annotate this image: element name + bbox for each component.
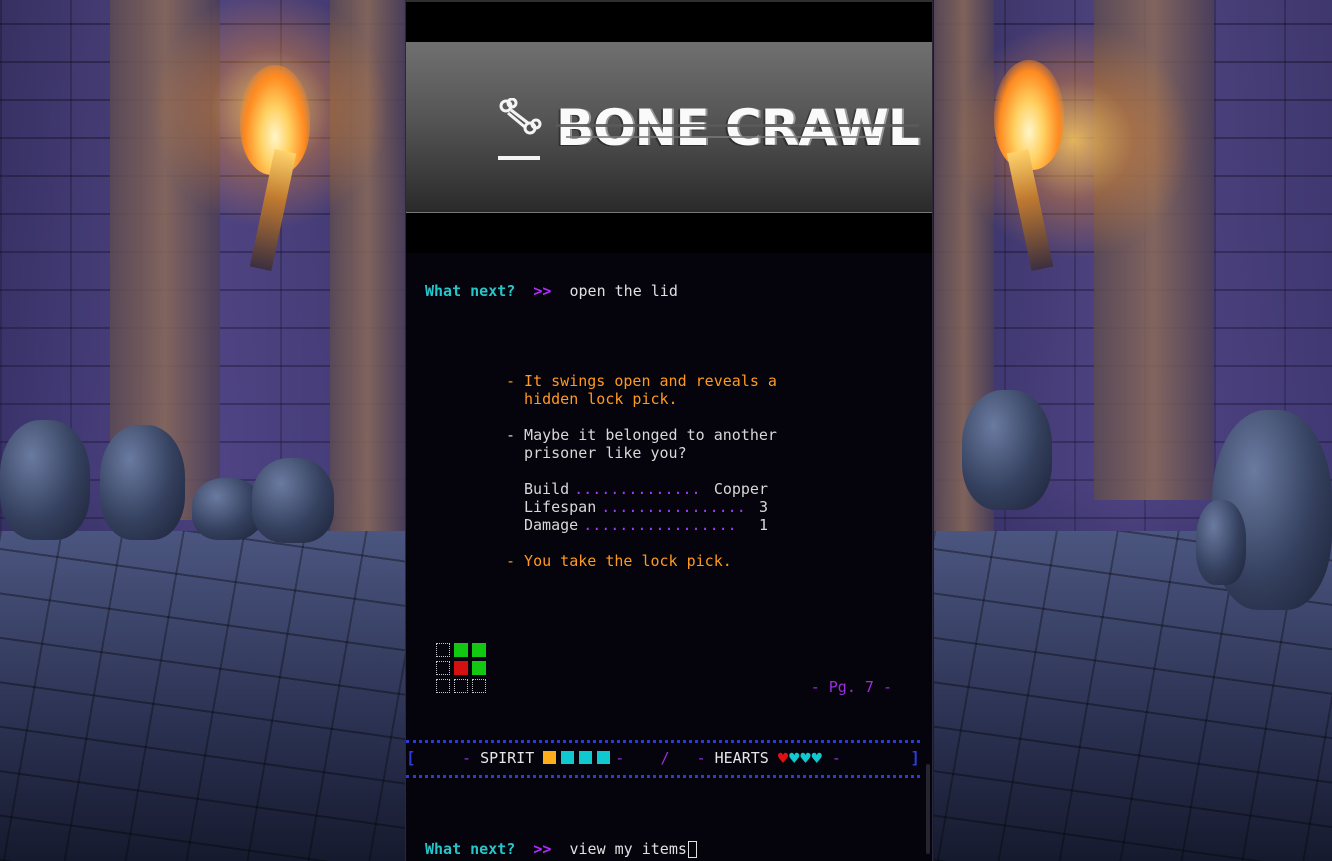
previous-prompt-line: What next? >> open the lid (425, 282, 678, 300)
minimap-room-green (472, 661, 486, 675)
torch-glow (954, 20, 1194, 260)
prompt-arrows: >> (533, 840, 552, 858)
stat-value: 1 (758, 516, 768, 534)
glitch-line (556, 124, 919, 127)
hearts-meter: ♥♥♥♥ (777, 749, 823, 769)
stat-value: Copper (713, 480, 768, 498)
clay-pot (100, 425, 185, 540)
prompt-label: What next? (425, 282, 516, 300)
command-prompt-line[interactable]: What next? >> view my items (425, 840, 697, 858)
stat-label: Lifespan (524, 498, 597, 516)
stat-label: Damage (524, 516, 579, 534)
narration-line: - It swings open and reveals a (506, 372, 777, 390)
previous-command: open the lid (569, 282, 678, 300)
stat-leader-dots: ................ (601, 498, 746, 516)
bone-icon (496, 98, 546, 164)
status-left-bracket: [ (406, 748, 416, 767)
prompt-arrows: >> (533, 282, 552, 300)
stat-leader-dots: ................. (583, 516, 737, 534)
minimap-room-empty (454, 679, 468, 693)
heart-icon: ♥ (777, 749, 789, 769)
item-stat-damage: Damage................. 1 (524, 516, 768, 534)
hearts-label: HEARTS (714, 749, 769, 767)
status-dash: - (831, 749, 841, 767)
clay-pot (0, 420, 90, 540)
scrollbar[interactable] (926, 764, 930, 854)
minimap-room-green (454, 643, 468, 657)
dungeon-background-right (934, 0, 1332, 861)
status-content: - SPIRIT - / - HEARTS ♥♥♥♥ - (462, 749, 920, 768)
cobblestone-floor (0, 531, 405, 861)
minimap-room-empty (472, 679, 486, 693)
minimap-room-red (454, 661, 468, 675)
heart-icon: ♥ (800, 749, 811, 769)
game-logo: BONE CRAWL (496, 98, 920, 164)
minimap-room-empty (436, 661, 450, 675)
spirit-block-icon (597, 751, 611, 764)
heart-icon: ♥ (789, 749, 800, 769)
minimap-room-green (472, 643, 486, 657)
dungeon-minimap (436, 643, 486, 693)
status-bar: [ ] - SPIRIT - / - HEARTS ♥♥♥♥ - (406, 740, 920, 778)
text-cursor (687, 841, 697, 858)
game-terminal: BONE CRAWL What next? >> open the lid - … (405, 0, 933, 861)
clay-pot (252, 458, 334, 543)
prompt-label: What next? (425, 840, 516, 858)
clay-pot (962, 390, 1052, 510)
spirit-block-icon (579, 751, 593, 764)
narration-line: hidden lock pick. (506, 390, 678, 408)
title-banner: BONE CRAWL (406, 42, 932, 213)
status-dash: - (696, 749, 706, 767)
spirit-label: SPIRIT (480, 749, 535, 767)
page-number: - Pg. 7 - (810, 678, 892, 696)
command-input[interactable]: view my items (570, 840, 687, 858)
narration-line: - Maybe it belonged to another (506, 426, 777, 444)
status-separator: / (660, 749, 670, 767)
spirit-meter (543, 749, 615, 767)
narration-line: - You take the lock pick. (506, 552, 732, 570)
spirit-block-icon (561, 751, 575, 764)
dungeon-background-left (0, 0, 405, 861)
banner-spacer (406, 213, 932, 253)
status-dash: - (462, 749, 472, 767)
stat-value: 3 (758, 498, 768, 516)
top-bar (406, 0, 932, 42)
narration-line: prisoner like you? (506, 444, 687, 462)
clay-pot (1196, 500, 1246, 585)
heart-icon: ♥ (811, 749, 822, 769)
stat-leader-dots: .............. (574, 480, 701, 498)
item-stat-build: Build.............. Copper (524, 480, 768, 498)
stat-label: Build (524, 480, 570, 498)
game-title: BONE CRAWL (556, 99, 920, 157)
minimap-room-empty (436, 643, 450, 657)
minimap-room-empty (436, 679, 450, 693)
spirit-block-icon (543, 751, 557, 764)
glitch-line (566, 136, 879, 138)
item-stat-lifespan: Lifespan................ 3 (524, 498, 768, 516)
status-dash: - (615, 749, 625, 767)
